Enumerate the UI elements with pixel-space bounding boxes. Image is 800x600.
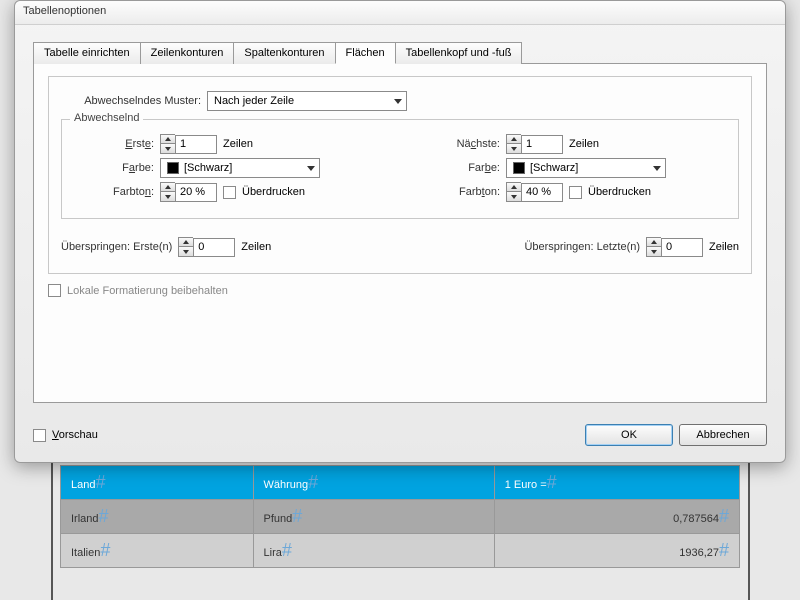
dialog-title: Tabellenoptionen xyxy=(15,1,785,25)
tint-left-label: Farbton: xyxy=(74,186,154,198)
color-left-select[interactable]: [Schwarz] xyxy=(160,158,320,178)
pattern-select[interactable]: Nach jeder Zeile xyxy=(207,91,407,111)
tint-left-spinner[interactable] xyxy=(160,182,217,202)
tab-column-strokes[interactable]: Spaltenkonturen xyxy=(233,42,335,64)
next-label: Nächste: xyxy=(420,138,500,150)
ok-button[interactable]: OK xyxy=(585,424,673,446)
overprint-left-label: Überdrucken xyxy=(242,186,305,198)
swatch-icon xyxy=(167,162,179,174)
color-right-label: Farbe: xyxy=(420,162,500,174)
color-left-label: Farbe: xyxy=(74,162,154,174)
chevron-down-icon xyxy=(307,166,315,171)
tint-left-input[interactable] xyxy=(175,183,217,202)
rows-label: Zeilen xyxy=(709,241,739,253)
preview-label: Vorschau xyxy=(52,429,98,441)
first-spinner[interactable] xyxy=(160,134,217,154)
first-label: Erste: xyxy=(74,138,154,150)
tab-bar: Tabelle einrichten Zeilenkonturen Spalte… xyxy=(33,41,767,63)
table-options-dialog: Tabellenoptionen Tabelle einrichten Zeil… xyxy=(14,0,786,463)
pattern-label: Abwechselndes Muster: xyxy=(61,95,201,107)
chevron-down-icon xyxy=(653,166,661,171)
tint-right-spinner[interactable] xyxy=(506,182,563,202)
rows-label: Zeilen xyxy=(569,138,599,150)
skip-first-input[interactable] xyxy=(193,238,235,257)
overprint-right-checkbox[interactable] xyxy=(569,186,582,199)
swatch-icon xyxy=(513,162,525,174)
overprint-right-label: Überdrucken xyxy=(588,186,651,198)
keep-formatting-checkbox[interactable] xyxy=(48,284,61,297)
skip-last-input[interactable] xyxy=(661,238,703,257)
next-input[interactable] xyxy=(521,135,563,154)
skip-last-label: Überspringen: Letzte(n) xyxy=(524,241,640,253)
alternating-legend: Abwechselnd xyxy=(70,112,143,124)
tab-setup[interactable]: Tabelle einrichten xyxy=(33,42,141,64)
keep-formatting-label: Lokale Formatierung beibehalten xyxy=(67,285,228,297)
skip-first-label: Überspringen: Erste(n) xyxy=(61,241,172,253)
next-spinner[interactable] xyxy=(506,134,563,154)
rows-label: Zeilen xyxy=(223,138,253,150)
tab-fills[interactable]: Flächen xyxy=(335,42,396,64)
background-table: Land#Währung#1 Euro =# Irland#Pfund#0,78… xyxy=(60,465,740,568)
skip-first-spinner[interactable] xyxy=(178,237,235,257)
tab-row-strokes[interactable]: Zeilenkonturen xyxy=(140,42,235,64)
rows-label: Zeilen xyxy=(241,241,271,253)
first-input[interactable] xyxy=(175,135,217,154)
chevron-down-icon xyxy=(394,99,402,104)
skip-last-spinner[interactable] xyxy=(646,237,703,257)
pattern-value: Nach jeder Zeile xyxy=(214,95,294,107)
preview-checkbox[interactable] xyxy=(33,429,46,442)
color-right-select[interactable]: [Schwarz] xyxy=(506,158,666,178)
cancel-button[interactable]: Abbrechen xyxy=(679,424,767,446)
overprint-left-checkbox[interactable] xyxy=(223,186,236,199)
tab-headers-footers[interactable]: Tabellenkopf und -fuß xyxy=(395,42,523,64)
tint-right-input[interactable] xyxy=(521,183,563,202)
tint-right-label: Farbton: xyxy=(420,186,500,198)
tab-panel: Abwechselndes Muster: Nach jeder Zeile A… xyxy=(33,63,767,403)
